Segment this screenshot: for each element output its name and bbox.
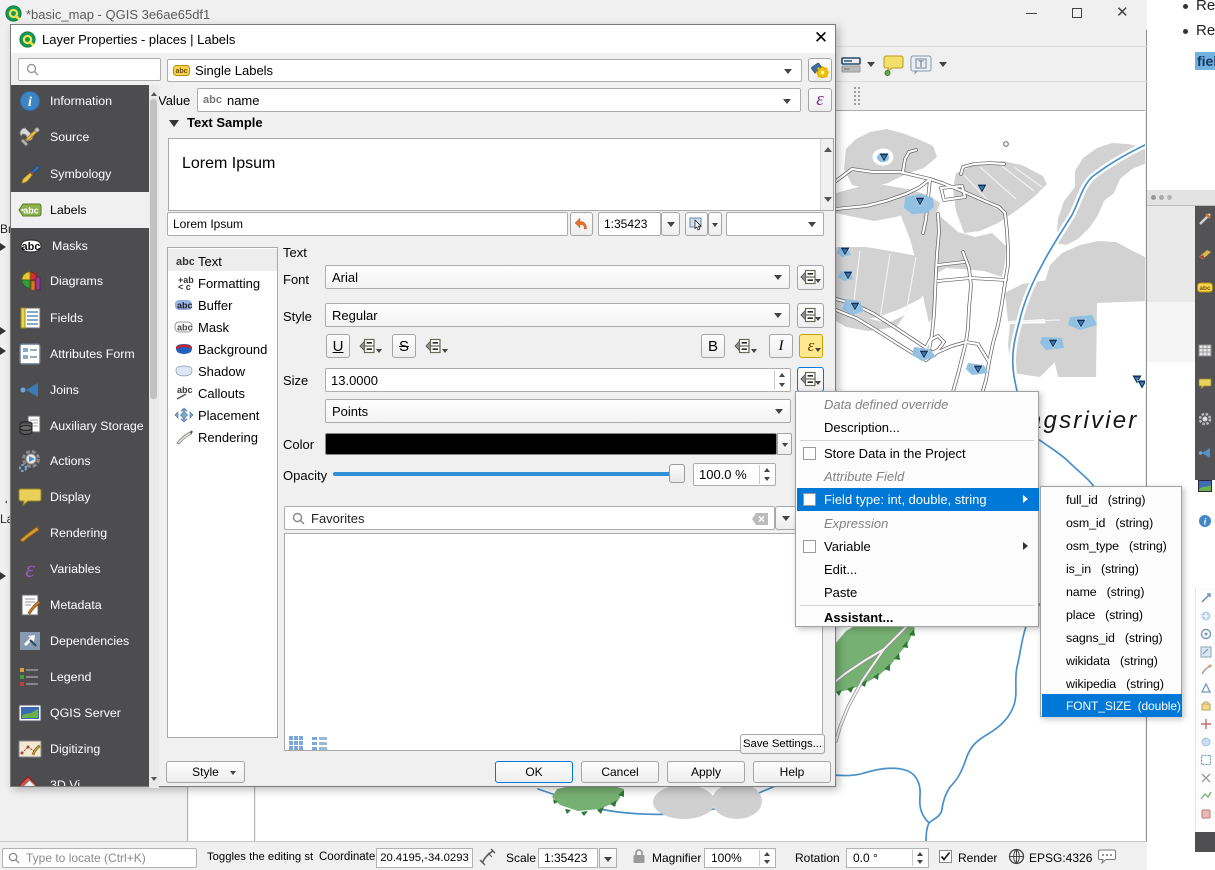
svg-text:abc: abc <box>177 323 193 333</box>
svg-text:abc: abc <box>177 301 193 311</box>
svg-text:agsrivier: agsrivier <box>1028 407 1139 434</box>
svg-text:abc: abc <box>175 68 187 75</box>
svg-text:i: i <box>28 95 32 110</box>
svg-text:ε: ε <box>25 557 35 581</box>
svg-text:abc: abc <box>1199 285 1211 292</box>
svg-text:abc: abc <box>23 206 39 216</box>
svg-text:abc: abc <box>22 241 41 253</box>
svg-text:T: T <box>918 59 924 69</box>
svg-text:abc: abc <box>177 385 193 395</box>
svg-text:abc: abc <box>176 256 194 268</box>
svg-text:< c: < c <box>178 282 191 291</box>
